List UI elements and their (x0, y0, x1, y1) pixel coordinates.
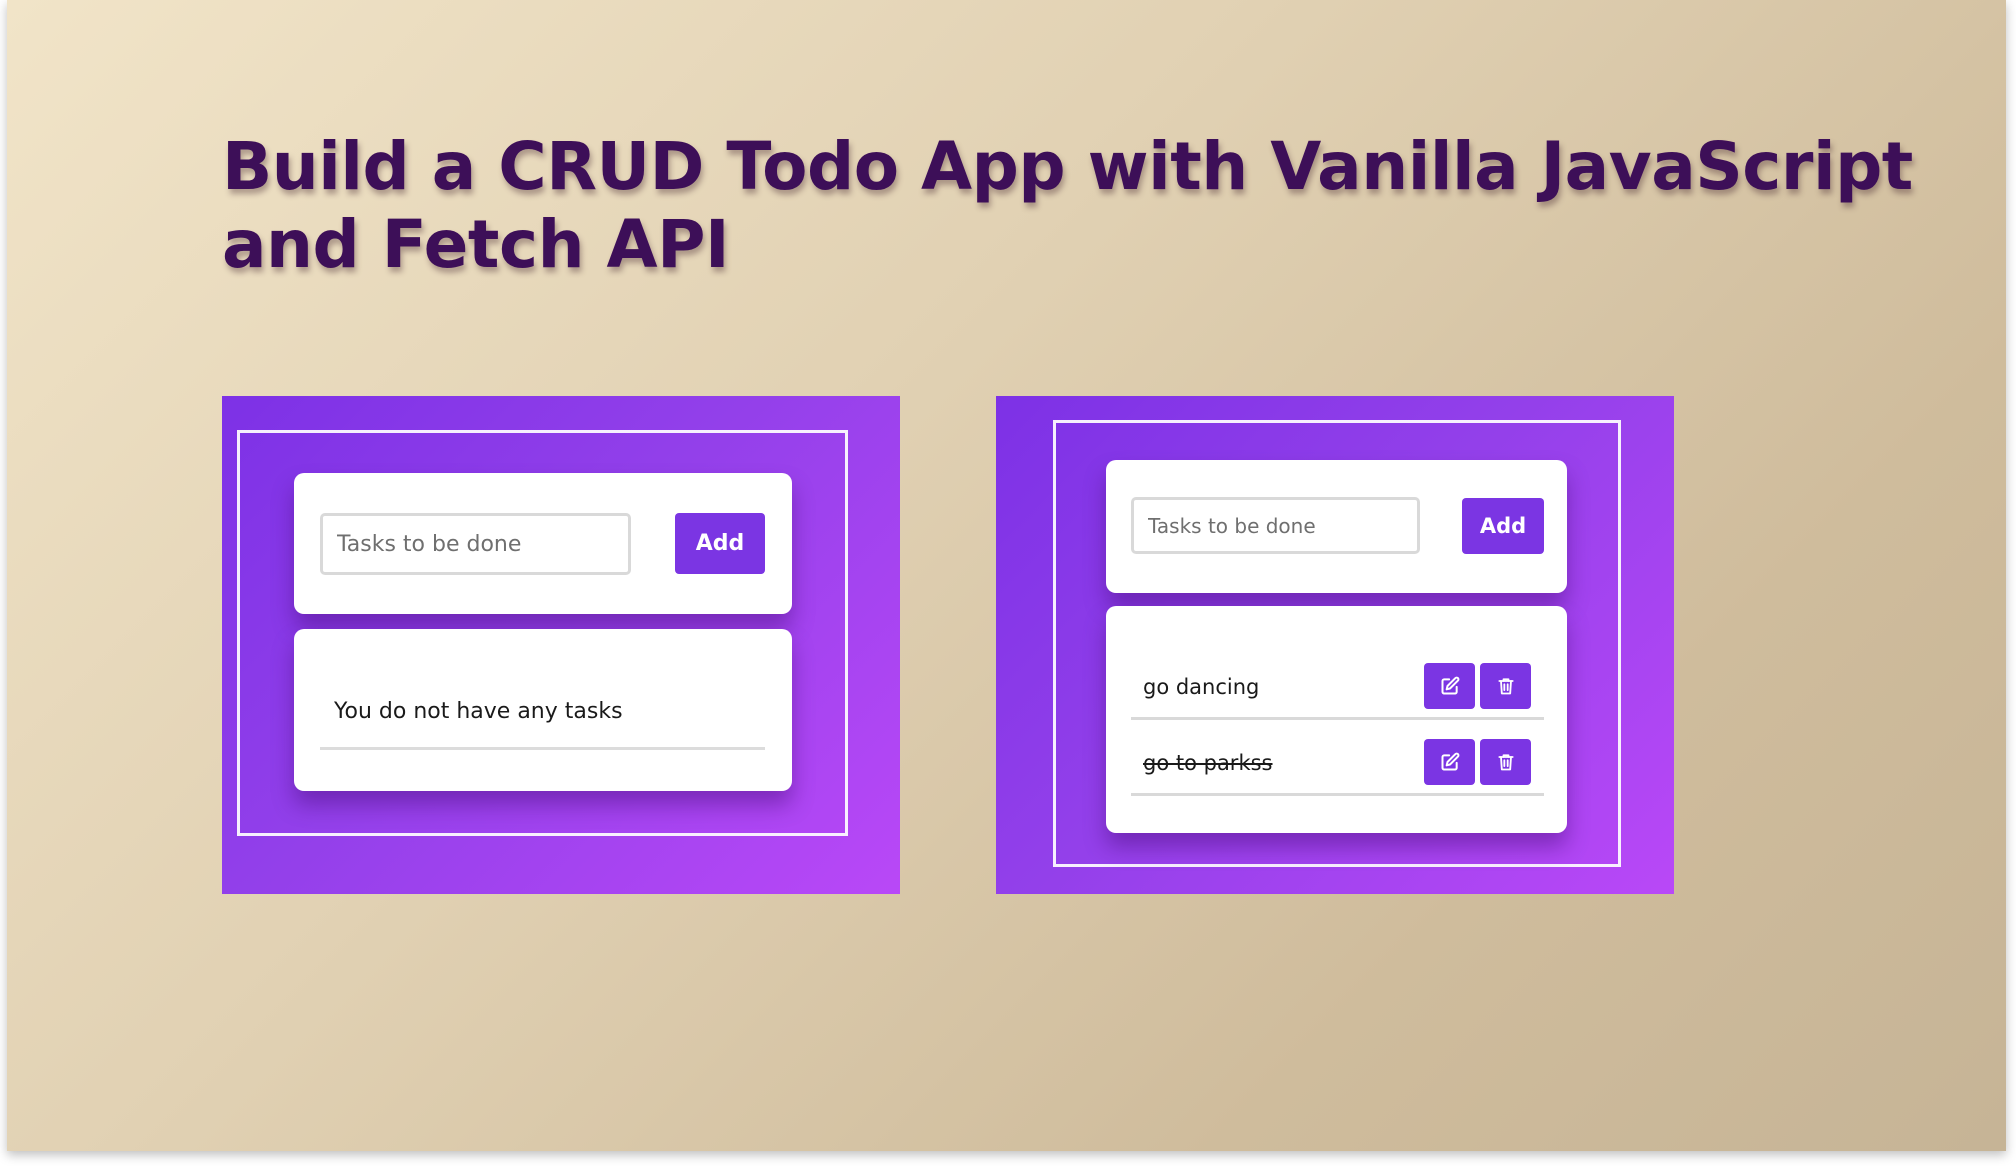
edit-task-button[interactable] (1424, 739, 1475, 785)
add-button[interactable]: Add (1462, 498, 1544, 554)
title-line-2: and Fetch API (222, 206, 730, 283)
trash-icon (1497, 754, 1514, 771)
task-text: go dancing (1143, 675, 1260, 699)
task-list-card: You do not have any tasks (294, 629, 792, 791)
task-text-completed: go to parkss (1143, 751, 1273, 775)
task-input[interactable] (320, 513, 631, 575)
task-form-card: Add (294, 473, 792, 614)
delete-task-button[interactable] (1480, 663, 1531, 709)
task-form-card: Add (1106, 460, 1567, 593)
trash-icon (1497, 678, 1514, 695)
edit-task-button[interactable] (1424, 663, 1475, 709)
edit-icon (1441, 676, 1459, 695)
page-title: Build a CRUD Todo App with Vanilla JavaS… (222, 128, 1913, 284)
title-line-1: Build a CRUD Todo App with Vanilla JavaS… (222, 128, 1913, 205)
page-background: Build a CRUD Todo App with Vanilla JavaS… (7, 0, 2006, 1151)
divider (320, 747, 765, 750)
add-button[interactable]: Add (675, 513, 765, 574)
task-item: go dancing (1131, 661, 1544, 720)
filled-todo-app-panel: Add go dancing (996, 396, 1674, 894)
task-list-card: go dancing go to parkss (1106, 606, 1567, 833)
task-input[interactable] (1131, 497, 1420, 554)
edit-icon (1441, 752, 1459, 771)
empty-todo-app-panel: Add You do not have any tasks (222, 396, 900, 894)
task-item: go to parkss (1131, 737, 1544, 796)
empty-tasks-message: You do not have any tasks (334, 699, 623, 724)
delete-task-button[interactable] (1480, 739, 1531, 785)
